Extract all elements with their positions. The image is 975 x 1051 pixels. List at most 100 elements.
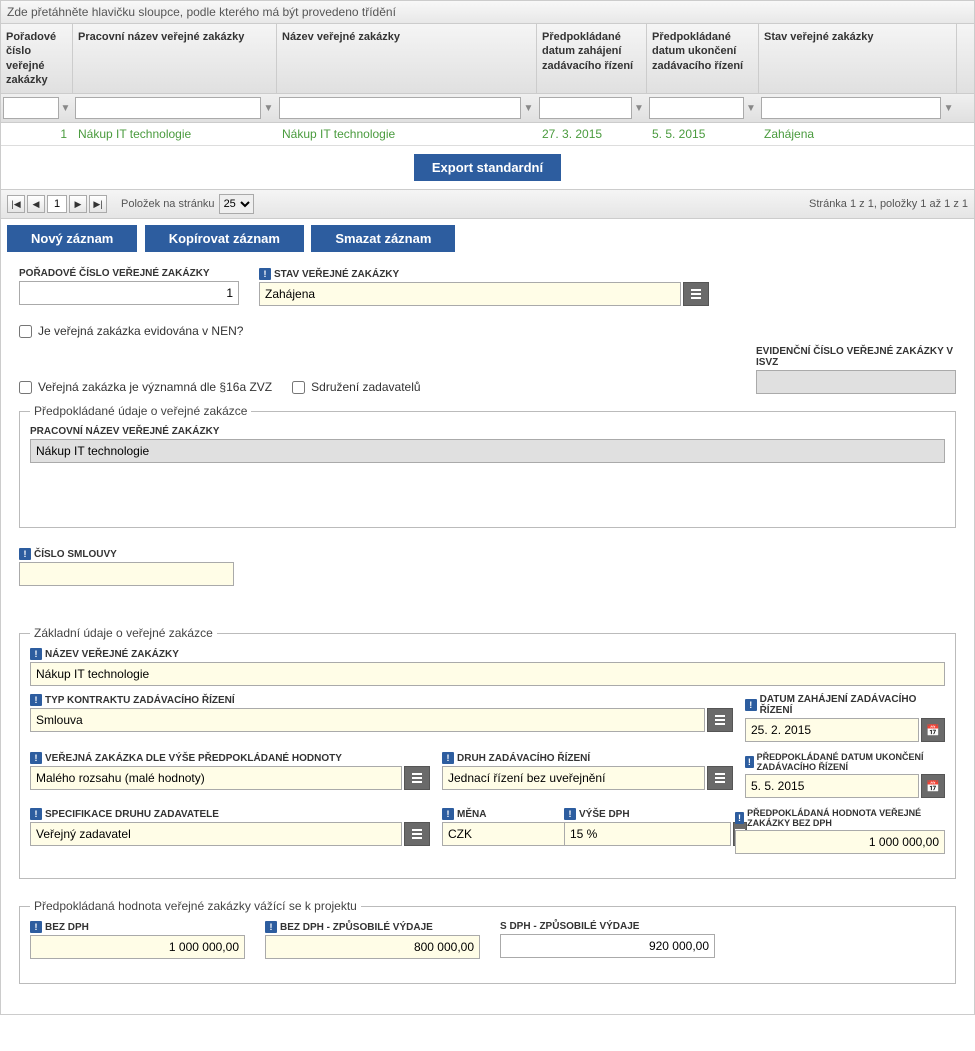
pager-next-button[interactable]: ▶ bbox=[69, 195, 87, 213]
input-datum-zahajeni[interactable] bbox=[745, 718, 919, 742]
legend-predpokladane: Předpokládané údaje o veřejné zakázce bbox=[30, 404, 251, 418]
copy-record-button[interactable]: Kopírovat záznam bbox=[145, 225, 304, 252]
filter-state[interactable] bbox=[761, 97, 941, 119]
col-header-working-name[interactable]: Pracovní název veřejné zakázky bbox=[73, 24, 277, 93]
checkbox-vyznamna[interactable] bbox=[19, 381, 32, 394]
input-evid-isvz bbox=[756, 370, 956, 394]
label-s-dph-zv: S DPH - ZPŮSOBILÉ VÝDAJE bbox=[500, 921, 715, 932]
label-datum-ukonceni: !PŘEDPOKLÁDANÉ DATUM UKONČENÍ ZADÁVACÍHO… bbox=[745, 752, 945, 772]
col-header-start-date[interactable]: Předpokládané datum zahájení zadávacího … bbox=[537, 24, 647, 93]
info-icon: ! bbox=[30, 648, 42, 660]
info-icon: ! bbox=[259, 268, 271, 280]
input-typ-kontraktu[interactable] bbox=[30, 708, 705, 732]
cell-working-name: Nákup IT technologie bbox=[73, 123, 277, 145]
filter-icon[interactable]: ▼ bbox=[262, 97, 275, 119]
input-vyse-dph[interactable] bbox=[564, 822, 731, 846]
checkbox-nen[interactable] bbox=[19, 325, 32, 338]
info-icon: ! bbox=[265, 921, 277, 933]
lookup-vz-hodnota-button[interactable] bbox=[404, 766, 430, 790]
cell-start-date: 27. 3. 2015 bbox=[537, 123, 647, 145]
pager-prev-button[interactable]: ◀ bbox=[27, 195, 45, 213]
per-page-select[interactable]: 25 bbox=[219, 194, 254, 214]
lookup-typ-kontraktu-button[interactable] bbox=[707, 708, 733, 732]
label-spec-zadavatele: !SPECIFIKACE DRUHU ZADAVATELE bbox=[30, 808, 430, 820]
new-record-button[interactable]: Nový záznam bbox=[7, 225, 137, 252]
filter-end-date[interactable] bbox=[649, 97, 744, 119]
filter-working-name[interactable] bbox=[75, 97, 261, 119]
label-prac-nazev: PRACOVNÍ NÁZEV VEŘEJNÉ ZAKÁZKY bbox=[30, 426, 945, 437]
input-predp-hodnota[interactable] bbox=[735, 830, 945, 854]
info-icon: ! bbox=[442, 752, 454, 764]
input-bez-dph-zv[interactable] bbox=[265, 935, 480, 959]
info-icon: ! bbox=[30, 694, 42, 706]
filter-icon[interactable]: ▼ bbox=[522, 97, 535, 119]
input-druh-rizeni[interactable] bbox=[442, 766, 705, 790]
label-bez-dph: !BEZ DPH bbox=[30, 921, 245, 933]
input-poradove[interactable] bbox=[19, 281, 239, 305]
input-cislo-smlouvy[interactable] bbox=[19, 562, 234, 586]
calendar-ukonceni-button[interactable]: 📅 bbox=[921, 774, 945, 798]
label-sdruzeni-checkbox: Sdružení zadavatelů bbox=[311, 380, 420, 394]
info-icon: ! bbox=[30, 808, 42, 820]
input-datum-ukonceni[interactable] bbox=[745, 774, 919, 798]
input-bez-dph[interactable] bbox=[30, 935, 245, 959]
label-nazev-vz: !NÁZEV VEŘEJNÉ ZAKÁZKY bbox=[30, 648, 945, 660]
label-stav: !STAV VEŘEJNÉ ZAKÁZKY bbox=[259, 268, 709, 280]
info-icon: ! bbox=[745, 699, 757, 711]
col-header-number[interactable]: Pořadové číslo veřejné zakázky bbox=[1, 24, 73, 93]
label-mena: !MĚNA bbox=[442, 808, 552, 820]
checkbox-sdruzeni[interactable] bbox=[292, 381, 305, 394]
filter-icon[interactable]: ▼ bbox=[633, 97, 645, 119]
input-stav[interactable] bbox=[259, 282, 681, 306]
filter-start-date[interactable] bbox=[539, 97, 632, 119]
pager-summary: Stránka 1 z 1, položky 1 až 1 z 1 bbox=[809, 198, 968, 210]
fieldset-hodnota-projekt: Předpokládaná hodnota veřejné zakázky vá… bbox=[19, 899, 956, 984]
filter-name[interactable] bbox=[279, 97, 521, 119]
pager-page-input[interactable] bbox=[47, 195, 67, 213]
label-predp-hodnota: !PŘEDPOKLÁDANÁ HODNOTA VEŘEJNÉ ZAKÁZKY B… bbox=[735, 808, 945, 828]
input-vz-hodnota[interactable] bbox=[30, 766, 402, 790]
label-druh-rizeni: !DRUH ZADÁVACÍHO ŘÍZENÍ bbox=[442, 752, 733, 764]
input-prac-nazev bbox=[30, 439, 945, 463]
col-header-end-date[interactable]: Předpokládané datum ukončení zadávacího … bbox=[647, 24, 759, 93]
lookup-druh-rizeni-button[interactable] bbox=[707, 766, 733, 790]
pager-bar: |◀ ◀ ▶ ▶| Položek na stránku 25 Stránka … bbox=[1, 189, 974, 219]
filter-number[interactable] bbox=[3, 97, 59, 119]
label-bez-dph-zv: !BEZ DPH - ZPŮSOBILÉ VÝDAJE bbox=[265, 921, 480, 933]
table-row[interactable]: 1 Nákup IT technologie Nákup IT technolo… bbox=[1, 123, 974, 146]
input-spec-zadavatele[interactable] bbox=[30, 822, 402, 846]
cell-end-date: 5. 5. 2015 bbox=[647, 123, 759, 145]
input-nazev-vz[interactable] bbox=[30, 662, 945, 686]
lookup-stav-button[interactable] bbox=[683, 282, 709, 306]
action-bar: Nový záznam Kopírovat záznam Smazat zázn… bbox=[1, 219, 974, 258]
info-icon: ! bbox=[19, 548, 31, 560]
filter-icon[interactable]: ▼ bbox=[745, 97, 757, 119]
info-icon: ! bbox=[745, 756, 754, 768]
delete-record-button[interactable]: Smazat záznam bbox=[311, 225, 455, 252]
calendar-zahajeni-button[interactable]: 📅 bbox=[921, 718, 945, 742]
pager-last-button[interactable]: ▶| bbox=[89, 195, 107, 213]
filter-icon[interactable]: ▼ bbox=[60, 97, 71, 119]
input-s-dph-zv[interactable] bbox=[500, 934, 715, 958]
label-datum-zahajeni: !DATUM ZAHÁJENÍ ZADÁVACÍHO ŘÍZENÍ bbox=[745, 694, 945, 716]
label-typ-kontraktu: !TYP KONTRAKTU ZADÁVACÍHO ŘÍZENÍ bbox=[30, 694, 733, 706]
info-icon: ! bbox=[30, 752, 42, 764]
legend-hodnota-projekt: Předpokládaná hodnota veřejné zakázky vá… bbox=[30, 899, 361, 913]
legend-zakladni: Základní údaje o veřejné zakázce bbox=[30, 626, 217, 640]
export-button[interactable]: Export standardní bbox=[414, 154, 561, 181]
grid-header: Pořadové číslo veřejné zakázky Pracovní … bbox=[1, 24, 974, 94]
per-page-label: Položek na stránku bbox=[121, 198, 215, 210]
label-nen-checkbox: Je veřejná zakázka evidována v NEN? bbox=[38, 324, 243, 338]
label-vyznamna-checkbox: Veřejná zakázka je významná dle §16a ZVZ bbox=[38, 380, 272, 394]
col-header-name[interactable]: Název veřejné zakázky bbox=[277, 24, 537, 93]
info-icon: ! bbox=[564, 808, 576, 820]
pager-first-button[interactable]: |◀ bbox=[7, 195, 25, 213]
lookup-spec-zadavatele-button[interactable] bbox=[404, 822, 430, 846]
label-vz-hodnota: !VEŘEJNÁ ZAKÁZKA DLE VÝŠE PŘEDPOKLÁDANÉ … bbox=[30, 752, 430, 764]
filter-icon[interactable]: ▼ bbox=[942, 97, 955, 119]
label-poradove: POŘADOVÉ ČÍSLO VEŘEJNÉ ZAKÁZKY bbox=[19, 268, 239, 279]
info-icon: ! bbox=[442, 808, 454, 820]
cell-number: 1 bbox=[1, 123, 73, 145]
info-icon: ! bbox=[735, 812, 744, 824]
col-header-state[interactable]: Stav veřejné zakázky bbox=[759, 24, 957, 93]
